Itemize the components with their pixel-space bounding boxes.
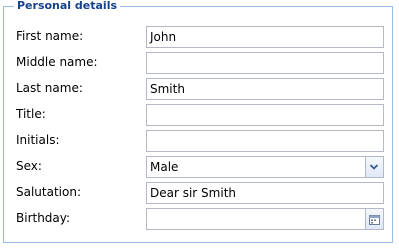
initials-label: Initials: [16,133,60,147]
first-name-label: First name: [16,29,84,43]
field-row-birthday: Birthday: [4,206,392,232]
birthday-input[interactable] [146,208,366,230]
initials-input[interactable] [146,130,384,152]
fieldset-title: Personal details [14,0,121,13]
field-row-title: Title: [4,102,392,128]
sex-label: Sex: [16,159,42,173]
field-row-middle-name: Middle name: [4,50,392,76]
sex-dropdown-trigger[interactable] [366,156,384,178]
last-name-input[interactable]: Smith [146,78,384,100]
last-name-label: Last name: [16,81,83,95]
title-input[interactable] [146,104,384,126]
field-row-sex: Sex: Male [4,154,392,180]
calendar-icon [369,215,380,225]
salutation-input[interactable]: Dear sir Smith [146,182,384,204]
birthday-label: Birthday: [16,211,71,225]
sex-select[interactable]: Male [146,156,366,178]
field-row-initials: Initials: [4,128,392,154]
middle-name-input[interactable] [146,52,384,74]
salutation-label: Salutation: [16,185,81,199]
field-row-first-name: First name: John [4,24,392,50]
chevron-down-icon [369,164,379,170]
field-row-salutation: Salutation: Dear sir Smith [4,180,392,206]
personal-details-fieldset: Personal details First name: John Middle… [3,0,393,243]
field-row-last-name: Last name: Smith [4,76,392,102]
title-label: Title: [16,107,46,121]
middle-name-label: Middle name: [16,55,98,69]
first-name-input[interactable]: John [146,26,384,48]
birthday-date-trigger[interactable] [366,208,384,230]
